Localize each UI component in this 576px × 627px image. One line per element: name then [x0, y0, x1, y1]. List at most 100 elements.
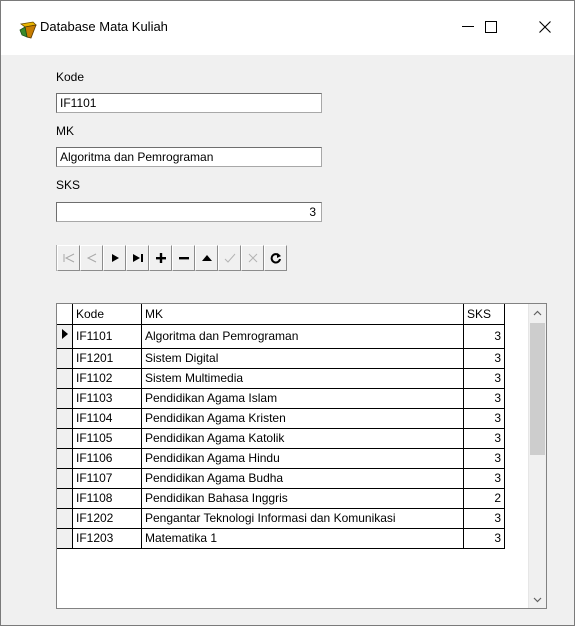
column-header-sks[interactable]: SKS — [463, 304, 505, 325]
column-header-mk[interactable]: MK — [141, 304, 464, 325]
grid-table: Kode MK SKS IF1101 Algoritma dan Pemrogr… — [57, 304, 505, 549]
cell-mk[interactable]: Pendidikan Agama Islam — [141, 388, 464, 409]
cell-sks[interactable]: 3 — [463, 468, 505, 489]
mk-field[interactable]: Algoritma dan Pemrograman — [56, 147, 322, 167]
sks-label: SKS — [56, 178, 81, 192]
cell-mk[interactable]: Sistem Multimedia — [141, 368, 464, 389]
cell-sks[interactable]: 3 — [463, 388, 505, 409]
nav-edit-button[interactable] — [195, 245, 218, 271]
cell-kode[interactable]: IF1106 — [72, 448, 142, 469]
current-row-arrow-icon — [62, 328, 68, 339]
cell-sks[interactable]: 3 — [463, 324, 505, 349]
row-indicator — [57, 324, 73, 349]
cell-sks[interactable]: 3 — [463, 428, 505, 449]
cancel-x-icon — [248, 253, 257, 263]
table-row[interactable]: IF1101 Algoritma dan Pemrograman 3 — [57, 324, 505, 349]
row-indicator — [57, 428, 73, 449]
nav-post-button[interactable] — [218, 245, 241, 271]
cell-sks[interactable]: 3 — [463, 368, 505, 389]
cell-mk[interactable]: Pendidikan Agama Budha — [141, 468, 464, 489]
kode-field[interactable]: IF1101 — [56, 93, 322, 113]
plus-icon — [155, 253, 166, 263]
minus-icon — [178, 257, 189, 260]
row-indicator — [57, 528, 73, 549]
cell-mk[interactable]: Sistem Digital — [141, 348, 464, 369]
nav-last-button[interactable] — [126, 245, 149, 271]
nav-prior-button[interactable] — [80, 245, 103, 271]
edit-up-icon — [201, 255, 212, 261]
next-record-icon — [111, 254, 119, 262]
grid-header-indicator — [57, 304, 73, 325]
cell-kode[interactable]: IF1108 — [72, 488, 142, 509]
main-window: Database Mata Kuliah Kode IF1101 MK Algo… — [0, 0, 575, 626]
cell-mk[interactable]: Pendidikan Agama Katolik — [141, 428, 464, 449]
cell-kode[interactable]: IF1101 — [72, 324, 142, 349]
table-row[interactable]: IF1106 Pendidikan Agama Hindu 3 — [57, 448, 505, 469]
table-row[interactable]: IF1201 Sistem Digital 3 — [57, 348, 505, 369]
table-row[interactable]: IF1104 Pendidikan Agama Kristen 3 — [57, 408, 505, 429]
cell-mk[interactable]: Pendidikan Agama Hindu — [141, 448, 464, 469]
first-record-icon — [63, 253, 74, 263]
cell-mk[interactable]: Pendidikan Agama Kristen — [141, 408, 464, 429]
chevron-down-icon — [533, 597, 542, 602]
vertical-scrollbar[interactable] — [528, 304, 546, 608]
table-row[interactable]: IF1102 Sistem Multimedia 3 — [57, 368, 505, 389]
cell-kode[interactable]: IF1107 — [72, 468, 142, 489]
scroll-thumb[interactable] — [530, 323, 545, 455]
row-indicator — [57, 348, 73, 369]
cell-sks[interactable]: 3 — [463, 408, 505, 429]
scroll-up-button[interactable] — [529, 304, 546, 321]
cell-sks[interactable]: 3 — [463, 528, 505, 549]
cell-mk[interactable]: Pengantar Teknologi Informasi dan Komuni… — [141, 508, 464, 529]
close-button[interactable] — [525, 13, 565, 41]
table-row[interactable]: IF1107 Pendidikan Agama Budha 3 — [57, 468, 505, 489]
cell-sks[interactable]: 2 — [463, 488, 505, 509]
nav-delete-button[interactable] — [172, 245, 195, 271]
cell-kode[interactable]: IF1103 — [72, 388, 142, 409]
cell-kode[interactable]: IF1105 — [72, 428, 142, 449]
cell-sks[interactable]: 3 — [463, 508, 505, 529]
nav-cancel-button[interactable] — [241, 245, 264, 271]
column-header-kode[interactable]: Kode — [72, 304, 142, 325]
cell-mk[interactable]: Pendidikan Bahasa Inggris — [141, 488, 464, 509]
row-indicator — [57, 368, 73, 389]
prior-record-icon — [86, 253, 96, 263]
maximize-icon — [485, 21, 497, 33]
nav-first-button[interactable] — [57, 245, 80, 271]
cell-kode[interactable]: IF1203 — [72, 528, 142, 549]
last-record-icon — [132, 254, 143, 262]
table-row[interactable]: IF1203 Matematika 1 3 — [57, 528, 505, 549]
title-bar[interactable]: Database Mata Kuliah — [1, 1, 574, 55]
scroll-down-button[interactable] — [529, 591, 546, 608]
grid-header-row: Kode MK SKS — [57, 304, 505, 325]
cell-sks[interactable]: 3 — [463, 348, 505, 369]
row-indicator — [57, 488, 73, 509]
table-row[interactable]: IF1103 Pendidikan Agama Islam 3 — [57, 388, 505, 409]
cell-mk[interactable]: Matematika 1 — [141, 528, 464, 549]
table-row[interactable]: IF1105 Pendidikan Agama Katolik 3 — [57, 428, 505, 449]
mk-label: MK — [56, 124, 74, 138]
cell-kode[interactable]: IF1102 — [72, 368, 142, 389]
chevron-up-icon — [533, 310, 542, 315]
nav-next-button[interactable] — [103, 245, 126, 271]
row-indicator — [57, 388, 73, 409]
cell-sks[interactable]: 3 — [463, 448, 505, 469]
cell-mk[interactable]: Algoritma dan Pemrograman — [141, 324, 464, 349]
table-row[interactable]: IF1108 Pendidikan Bahasa Inggris 2 — [57, 488, 505, 509]
refresh-icon — [270, 253, 281, 264]
checkmark-icon — [224, 253, 235, 263]
cell-kode[interactable]: IF1104 — [72, 408, 142, 429]
maximize-button[interactable] — [469, 13, 513, 41]
cell-kode[interactable]: IF1202 — [72, 508, 142, 529]
data-grid[interactable]: Kode MK SKS IF1101 Algoritma dan Pemrogr… — [56, 303, 547, 609]
nav-refresh-button[interactable] — [264, 245, 287, 271]
app-icon — [19, 21, 39, 39]
close-icon — [539, 21, 551, 33]
db-navigator — [56, 245, 287, 271]
kode-label: Kode — [56, 70, 85, 84]
window-title: Database Mata Kuliah — [40, 19, 168, 34]
cell-kode[interactable]: IF1201 — [72, 348, 142, 369]
nav-insert-button[interactable] — [149, 245, 172, 271]
table-row[interactable]: IF1202 Pengantar Teknologi Informasi dan… — [57, 508, 505, 529]
sks-field[interactable]: 3 — [56, 202, 322, 222]
